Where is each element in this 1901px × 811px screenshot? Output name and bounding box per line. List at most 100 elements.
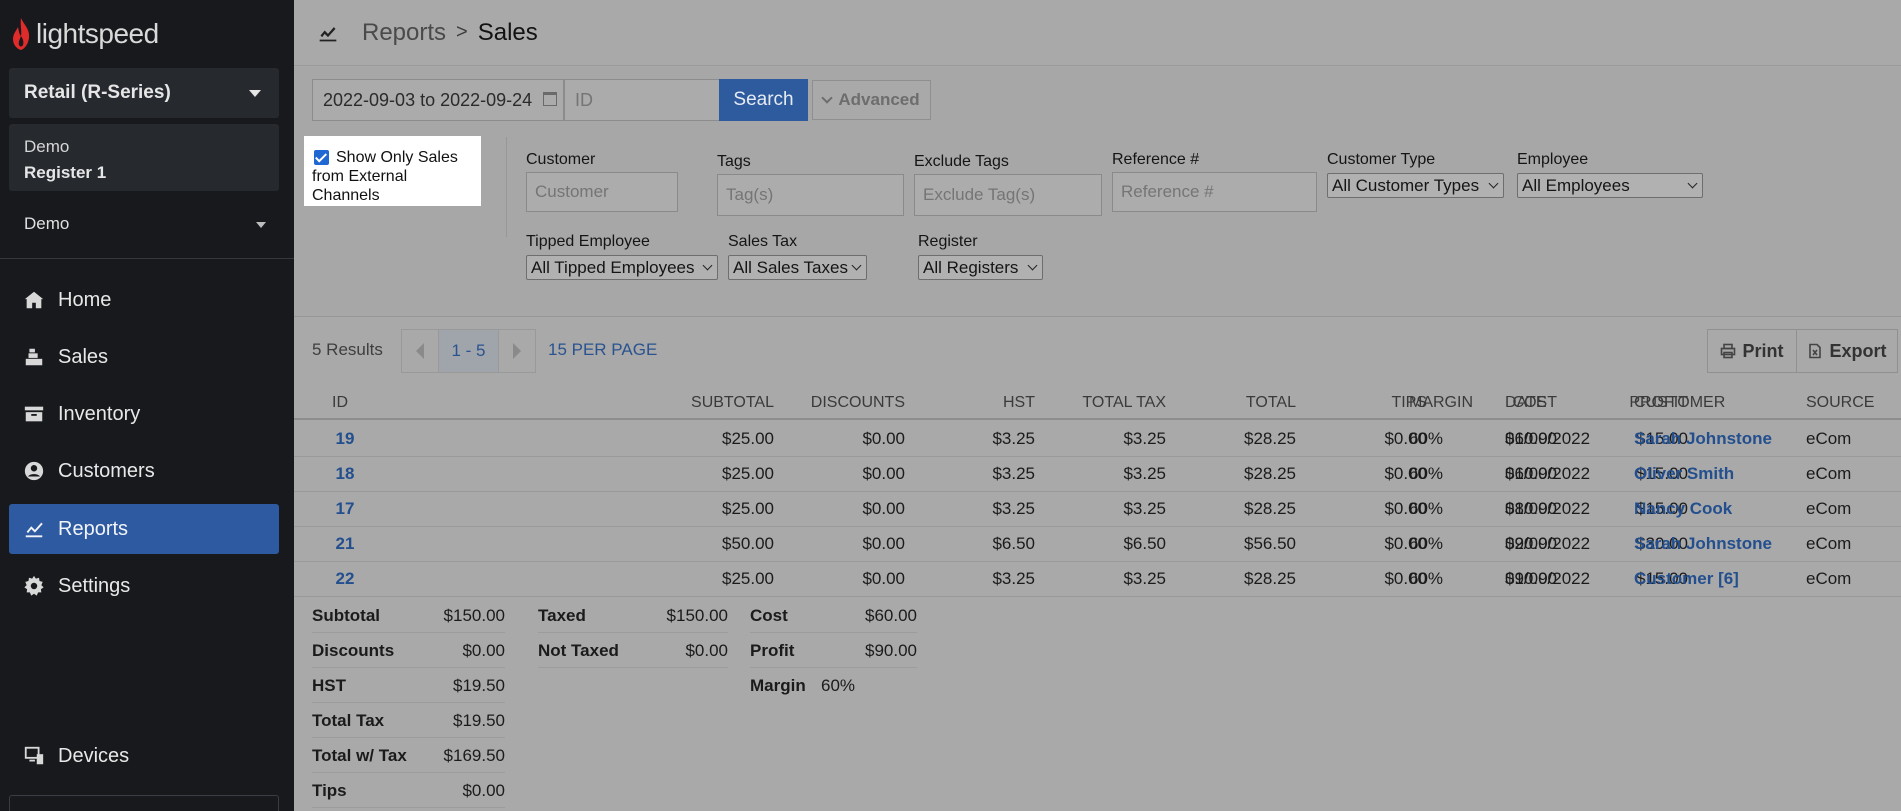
per-page-selector[interactable]: 15 PER PAGE <box>548 340 657 360</box>
register-select[interactable]: All Registers <box>918 255 1043 280</box>
user-caret-down-icon[interactable] <box>256 222 266 228</box>
reference-input[interactable] <box>1112 172 1317 212</box>
external-channels-checkbox[interactable] <box>314 150 329 165</box>
nav-settings-label: Settings <box>58 574 131 597</box>
totals-value: $0.00 <box>462 781 505 800</box>
external-channels-filter[interactable]: Show Only Sales from External Channels <box>304 136 481 206</box>
lightspeed-logo[interactable]: lightspeed <box>10 14 159 54</box>
totals-row: Not Taxed $0.00 <box>538 633 728 668</box>
register-label: Register <box>918 233 978 250</box>
row-id-link[interactable]: 19 <box>332 422 358 456</box>
next-page-button[interactable] <box>499 330 535 372</box>
cell-total: $56.50 <box>1244 534 1296 553</box>
reports-chart-icon <box>319 26 337 41</box>
date-range-input[interactable]: 2022-09-03 to 2022-09-24 <box>312 79 564 121</box>
totals-row: Discounts $0.00 <box>312 633 505 668</box>
search-button[interactable]: Search <box>719 79 808 121</box>
cell-total-tax: $3.25 <box>1123 464 1166 483</box>
customer-input[interactable] <box>526 172 678 212</box>
table-row[interactable]: 19 $25.00 $0.00 $3.25 $3.25 $28.25 $0.00 $10.00… <box>294 422 1901 457</box>
register-selector[interactable]: Demo Register 1 <box>9 124 279 191</box>
exclude-tags-input[interactable] <box>914 174 1102 216</box>
cell-total: $28.25 <box>1244 569 1296 588</box>
customer-type-label: Customer Type <box>1327 151 1436 168</box>
flame-icon <box>13 18 30 50</box>
row-customer-link[interactable]: Oliver Smith <box>1634 457 1734 491</box>
row-id-link[interactable]: 22 <box>332 562 358 596</box>
totals-value: $60.00 <box>865 606 917 625</box>
employee-select[interactable]: All Employees <box>1517 173 1703 198</box>
cell-subtotal: $25.00 <box>722 569 774 588</box>
nav-home[interactable]: Home <box>9 275 279 325</box>
col-date[interactable]: DATE <box>1505 386 1546 420</box>
cell-date: 06/09/2022 <box>1505 464 1591 483</box>
cell-subtotal: $25.00 <box>722 464 774 483</box>
cell-discounts: $0.00 <box>862 499 905 518</box>
filter-panel: 2022-09-03 to 2022-09-24 Search Advanced… <box>294 67 1901 317</box>
inventory-icon <box>23 403 45 425</box>
col-source[interactable]: SOURCE <box>1806 386 1874 420</box>
cell-total-tax: $6.50 <box>1123 534 1166 553</box>
row-id-link[interactable]: 21 <box>332 527 358 561</box>
sidebar-footer-box[interactable] <box>9 795 279 811</box>
row-customer-link[interactable]: Sarah Johnstone <box>1634 422 1772 456</box>
print-button[interactable]: Print <box>1707 329 1797 373</box>
tipped-employee-label: Tipped Employee <box>526 233 650 250</box>
chevron-down-icon <box>1027 260 1038 271</box>
sales-tax-select[interactable]: All Sales Taxes <box>728 255 867 280</box>
col-discounts[interactable]: DISCOUNTS <box>811 386 905 420</box>
nav-inventory[interactable]: Inventory <box>9 389 279 439</box>
customer-label: Customer <box>526 151 596 168</box>
col-id[interactable]: ID <box>332 386 348 420</box>
tags-input[interactable] <box>717 174 904 216</box>
sales-tax-value: All Sales Taxes <box>733 257 848 277</box>
print-label: Print <box>1742 340 1784 361</box>
nav-sales[interactable]: Sales <box>9 332 279 382</box>
nav-reports[interactable]: Reports <box>9 504 279 554</box>
id-search-input[interactable] <box>564 79 720 121</box>
nav-inventory-label: Inventory <box>58 402 141 425</box>
totals-label: Total Tax <box>312 711 385 730</box>
devices-icon <box>23 745 45 767</box>
date-range-value: 2022-09-03 to 2022-09-24 <box>323 89 533 110</box>
prev-page-button[interactable] <box>402 330 438 372</box>
pagination: 1 - 5 <box>401 329 536 373</box>
table-row[interactable]: 22 $25.00 $0.00 $3.25 $3.25 $28.25 $0.00 $10.00… <box>294 562 1901 597</box>
customer-type-select[interactable]: All Customer Types <box>1327 173 1504 198</box>
col-subtotal[interactable]: SUBTOTAL <box>691 386 774 420</box>
tipped-employee-select[interactable]: All Tipped Employees <box>526 255 718 280</box>
brand-name: lightspeed <box>36 18 159 49</box>
breadcrumb-reports[interactable]: Reports <box>362 19 446 47</box>
user-menu[interactable]: Demo <box>24 214 69 234</box>
advanced-button[interactable]: Advanced <box>812 80 931 120</box>
export-button[interactable]: Export <box>1796 329 1898 373</box>
table-row[interactable]: 21 $50.00 $0.00 $6.50 $6.50 $56.50 $0.00 $20.00… <box>294 527 1901 562</box>
row-customer-link[interactable]: Customer [6] <box>1634 562 1739 596</box>
col-hst[interactable]: HST <box>1003 386 1035 420</box>
col-total[interactable]: TOTAL <box>1246 386 1296 420</box>
product-label: Retail (R-Series) <box>24 82 171 103</box>
printer-icon <box>1721 343 1736 359</box>
nav-customers-label: Customers <box>58 459 155 482</box>
chart-icon <box>23 518 45 540</box>
col-margin[interactable]: MARGIN <box>1409 386 1473 420</box>
product-switcher[interactable]: Retail (R-Series) <box>9 68 279 118</box>
row-customer-link[interactable]: Nancy Cook <box>1634 492 1732 526</box>
reference-label: Reference # <box>1112 151 1200 168</box>
row-id-link[interactable]: 18 <box>332 457 358 491</box>
table-row[interactable]: 17 $25.00 $0.00 $3.25 $3.25 $28.25 $0.00 $10.00… <box>294 492 1901 527</box>
nav-settings[interactable]: Settings <box>9 561 279 611</box>
row-customer-link[interactable]: Sarah Johnstone <box>1634 527 1772 561</box>
page-range[interactable]: 1 - 5 <box>438 330 499 372</box>
totals-label: Taxed <box>538 606 586 625</box>
col-customer[interactable]: CUSTOMER <box>1634 386 1725 420</box>
calendar-icon[interactable] <box>543 92 557 106</box>
nav-customers[interactable]: Customers <box>9 446 279 496</box>
register-value: All Registers <box>923 257 1019 277</box>
row-id-link[interactable]: 17 <box>332 492 358 526</box>
nav-devices[interactable]: Devices <box>9 731 279 781</box>
cell-total: $28.25 <box>1244 499 1296 518</box>
cell-source: eCom <box>1806 569 1852 588</box>
table-row[interactable]: 18 $25.00 $0.00 $3.25 $3.25 $28.25 $0.00 $10.00… <box>294 457 1901 492</box>
col-total-tax[interactable]: TOTAL TAX <box>1082 386 1166 420</box>
